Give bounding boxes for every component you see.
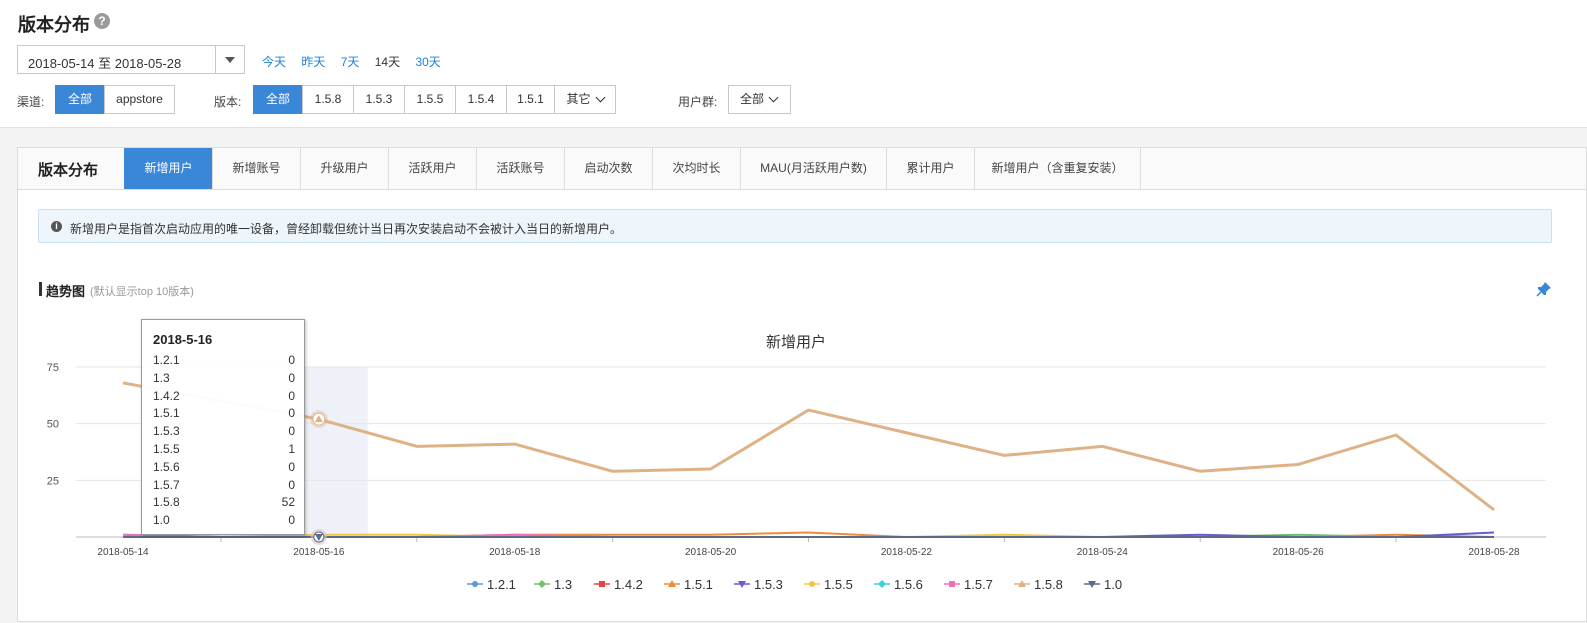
tooltip-date: 2018-5-16 (153, 332, 213, 347)
legend-marker[interactable] (878, 580, 886, 588)
tooltip-series-name: 1.0 (153, 513, 170, 528)
legend-label[interactable]: 1.5.7 (964, 577, 993, 592)
tooltip-series-name: 1.2.1 (153, 353, 180, 367)
tooltip-series-value: 0 (288, 459, 295, 474)
tooltip-series-name: 1.5.8 (153, 495, 180, 510)
tooltip-row: 1.0 0 (153, 513, 295, 529)
tooltip-row: 1.3 0 (153, 371, 295, 387)
legend-label[interactable]: 1.5.3 (754, 577, 783, 592)
tooltip-series-value: 52 (281, 495, 295, 510)
x-tick-label: 2018-05-22 (881, 547, 933, 558)
tooltip-series-name: 1.3 (153, 370, 170, 385)
tooltip-series-name: 1.5.3 (153, 424, 180, 439)
legend-label[interactable]: 1.4.2 (614, 577, 643, 592)
tooltip-series-value: 0 (288, 406, 295, 421)
version-distribution-panel: 版本分布 新增用户 新增账号 升级用户 活跃用户 活跃账号 启动次数 次均时长 … (17, 147, 1587, 622)
legend-marker[interactable] (809, 581, 815, 587)
legend-label[interactable]: 1.3 (554, 577, 572, 592)
legend-marker[interactable] (538, 580, 546, 588)
legend-marker[interactable] (472, 581, 478, 587)
x-tick-label: 2018-05-16 (293, 547, 345, 558)
tooltip-row: 1.5.3 0 (153, 424, 295, 440)
legend-label[interactable]: 1.5.6 (894, 577, 923, 592)
tooltip-series-name: 1.5.1 (153, 406, 180, 421)
x-tick-label: 2018-05-24 (1077, 547, 1129, 558)
x-tick-label: 2018-05-18 (489, 547, 541, 558)
tooltip-series-value: 0 (288, 513, 295, 528)
tooltip-series-name: 1.4.2 (153, 388, 180, 403)
tooltip-series-value: 0 (288, 388, 295, 403)
tooltip-row: 1.5.5 1 (153, 442, 295, 458)
chart-tooltip: 2018-5-16 1.2.1 0 1.3 0 1.4.2 0 1.5.1 0 1.5.3 0 1.… (141, 319, 305, 535)
chart-title: 新增用户 (766, 334, 826, 351)
y-tick-label: 25 (47, 475, 59, 487)
tooltip-row: 1.5.1 0 (153, 406, 295, 422)
x-tick-label: 2018-05-20 (685, 547, 737, 558)
tooltip-series-value: 1 (288, 442, 295, 456)
legend-marker[interactable] (949, 581, 955, 587)
legend-marker[interactable] (599, 581, 605, 587)
tooltip-row: 1.2.1 0 (153, 353, 295, 369)
tooltip-series-value: 0 (288, 370, 295, 385)
legend-label[interactable]: 1.2.1 (487, 577, 516, 592)
tooltip-series-value: 0 (288, 477, 295, 492)
legend-label[interactable]: 1.0 (1104, 577, 1122, 592)
y-tick-label: 50 (47, 419, 59, 431)
y-tick-label: 75 (47, 362, 59, 374)
tooltip-series-name: 1.5.5 (153, 442, 180, 456)
tooltip-row: 1.4.2 0 (153, 389, 295, 405)
legend-label[interactable]: 1.5.1 (684, 577, 713, 592)
tooltip-series-value: 0 (288, 353, 295, 367)
legend-label[interactable]: 1.5.8 (1034, 577, 1063, 592)
x-tick-label: 2018-05-26 (1273, 547, 1325, 558)
x-tick-label: 2018-05-14 (97, 547, 149, 558)
tooltip-series-name: 1.5.6 (153, 459, 180, 474)
tooltip-row: 1.5.6 0 (153, 460, 295, 476)
tooltip-series-name: 1.5.7 (153, 477, 180, 492)
tooltip-series-value: 0 (288, 424, 295, 439)
x-tick-label: 2018-05-28 (1468, 547, 1520, 558)
legend-label[interactable]: 1.5.5 (824, 577, 853, 592)
tooltip-row: 1.5.7 0 (153, 478, 295, 494)
tooltip-row: 1.5.8 52 (153, 495, 295, 511)
